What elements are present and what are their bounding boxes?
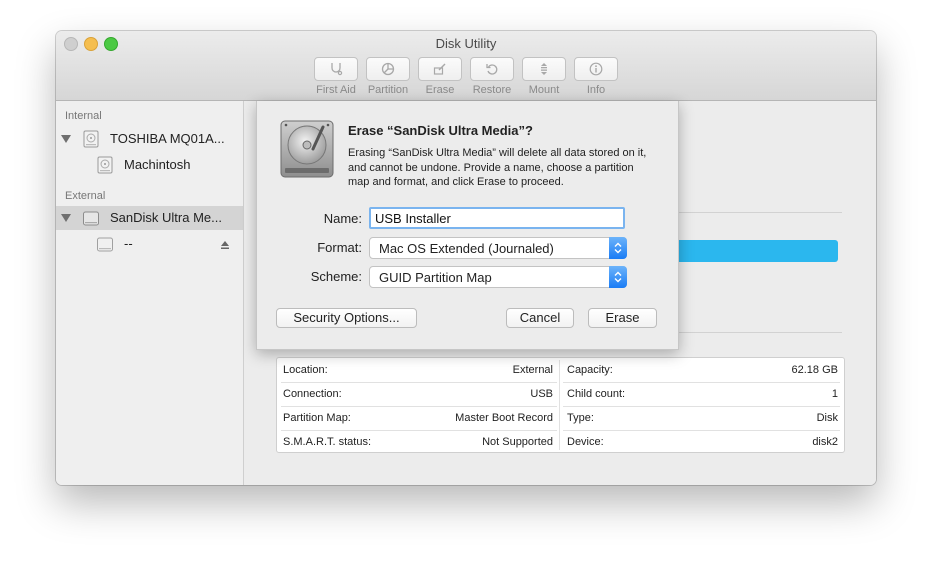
name-input[interactable] [369, 207, 625, 229]
sidebar-header-external: External [65, 190, 106, 202]
volume-icon [97, 156, 113, 174]
erase-dialog: Erase “SanDisk Ultra Media”? Erasing “Sa… [256, 101, 679, 350]
info-key: Location: [283, 364, 328, 376]
info-key: Capacity: [567, 364, 613, 376]
toolbar-erase[interactable]: Erase [418, 57, 462, 96]
toolbar-partition[interactable]: Partition [366, 57, 410, 96]
divider [664, 332, 842, 333]
window-title: Disk Utility [435, 36, 497, 51]
sidebar-item-volume[interactable]: -- [56, 232, 243, 256]
toolbar-restore[interactable]: Restore [470, 57, 514, 96]
sidebar-item-label: SanDisk Ultra Me... [110, 210, 222, 225]
sidebar: Internal TOSHIBA MQ01A... Machintosh Ext… [56, 101, 244, 485]
toolbar-first-aid[interactable]: First Aid [314, 57, 358, 96]
info-table: Location: External Connection: USB Parti… [276, 357, 845, 453]
usage-bar [664, 240, 838, 262]
dialog-message: Erasing “SanDisk Ultra Media” will delet… [348, 147, 647, 188]
info-key: Type: [567, 412, 594, 424]
toolbar-label: First Aid [316, 84, 356, 96]
info-key: S.M.A.R.T. status: [283, 436, 372, 448]
info-row: Connection: USB [277, 382, 559, 406]
restore-icon [486, 64, 498, 75]
toolbar-mount[interactable]: Mount [522, 57, 566, 96]
erase-icon [433, 63, 446, 75]
partition-button[interactable] [366, 57, 410, 81]
sidebar-item-toshiba[interactable]: TOSHIBA MQ01A... [56, 127, 243, 151]
mount-button[interactable] [522, 57, 566, 81]
hard-drive-icon [280, 120, 334, 178]
info-value: USB [530, 388, 553, 400]
format-label: Format: [317, 240, 362, 255]
pie-chart-icon [381, 62, 395, 76]
info-key: Child count: [567, 388, 626, 400]
toolbar-label: Partition [367, 84, 409, 96]
info-row: Type: Disk [561, 406, 844, 430]
format-select[interactable]: Mac OS Extended (Journaled) [369, 237, 627, 259]
info-value: Not Supported [482, 436, 553, 448]
disclosure-triangle-icon[interactable] [61, 135, 71, 143]
info-row: Capacity: 62.18 GB [561, 358, 844, 382]
updown-chevron-icon [614, 242, 622, 254]
toolbar-label: Restore [472, 84, 512, 96]
disclosure-triangle-icon[interactable] [61, 214, 71, 222]
sidebar-item-sandisk[interactable]: SanDisk Ultra Me... [56, 206, 243, 230]
sidebar-item-label: Machintosh [124, 157, 191, 172]
restore-button[interactable] [470, 57, 514, 81]
row-divider [281, 430, 557, 431]
info-value: disk2 [812, 436, 838, 448]
row-divider [563, 406, 840, 407]
cancel-button[interactable]: Cancel [506, 308, 574, 328]
name-label: Name: [323, 211, 362, 226]
sidebar-item-label: -- [124, 236, 133, 251]
erase-toolbar-button[interactable] [418, 57, 462, 81]
popup-stepper[interactable] [609, 237, 627, 259]
toolbar-label: Info [586, 84, 606, 96]
info-row: Child count: 1 [561, 382, 844, 406]
info-row: Device: disk2 [561, 430, 844, 454]
info-row: S.M.A.R.T. status: Not Supported [277, 430, 559, 454]
column-divider [559, 360, 560, 450]
toolbar-label: Erase [425, 84, 455, 96]
scheme-value: GUID Partition Map [379, 270, 492, 285]
internal-disk-icon [83, 130, 99, 148]
mount-icon [541, 63, 547, 75]
security-options-button[interactable]: Security Options... [276, 308, 417, 328]
external-disk-icon [83, 211, 99, 226]
info-key: Partition Map: [283, 412, 351, 424]
popup-stepper[interactable] [609, 266, 627, 288]
dialog-title: Erase “SanDisk Ultra Media”? [348, 123, 533, 138]
erase-button[interactable]: Erase [588, 308, 657, 328]
sidebar-item-label: TOSHIBA MQ01A... [110, 131, 225, 146]
updown-chevron-icon [614, 271, 622, 283]
external-volume-icon [97, 237, 113, 252]
sidebar-item-machintosh[interactable]: Machintosh [56, 153, 243, 177]
scheme-select[interactable]: GUID Partition Map [369, 266, 627, 288]
stethoscope-icon [331, 63, 343, 76]
format-value: Mac OS Extended (Journaled) [379, 241, 554, 256]
title-bar: Disk Utility First Aid Partition Erase R… [56, 31, 876, 101]
info-row: Location: External [277, 358, 559, 382]
eject-icon[interactable] [220, 240, 230, 250]
info-value: 62.18 GB [791, 364, 838, 376]
info-row: Partition Map: Master Boot Record [277, 406, 559, 430]
sidebar-header-internal: Internal [65, 110, 102, 122]
first-aid-button[interactable] [314, 57, 358, 81]
info-key: Device: [567, 436, 604, 448]
info-value: Master Boot Record [455, 412, 553, 424]
info-value: Disk [816, 412, 838, 424]
toolbar-info[interactable]: Info [574, 57, 618, 96]
scheme-label: Scheme: [310, 269, 362, 284]
row-divider [563, 382, 840, 383]
row-divider [563, 430, 840, 431]
divider [664, 212, 842, 213]
info-key: Connection: [283, 388, 342, 400]
info-icon [589, 62, 603, 76]
row-divider [281, 382, 557, 383]
info-value: External [512, 364, 553, 376]
toolbar-label: Mount [528, 84, 560, 96]
info-value: 1 [831, 388, 838, 400]
row-divider [281, 406, 557, 407]
info-button[interactable] [574, 57, 618, 81]
